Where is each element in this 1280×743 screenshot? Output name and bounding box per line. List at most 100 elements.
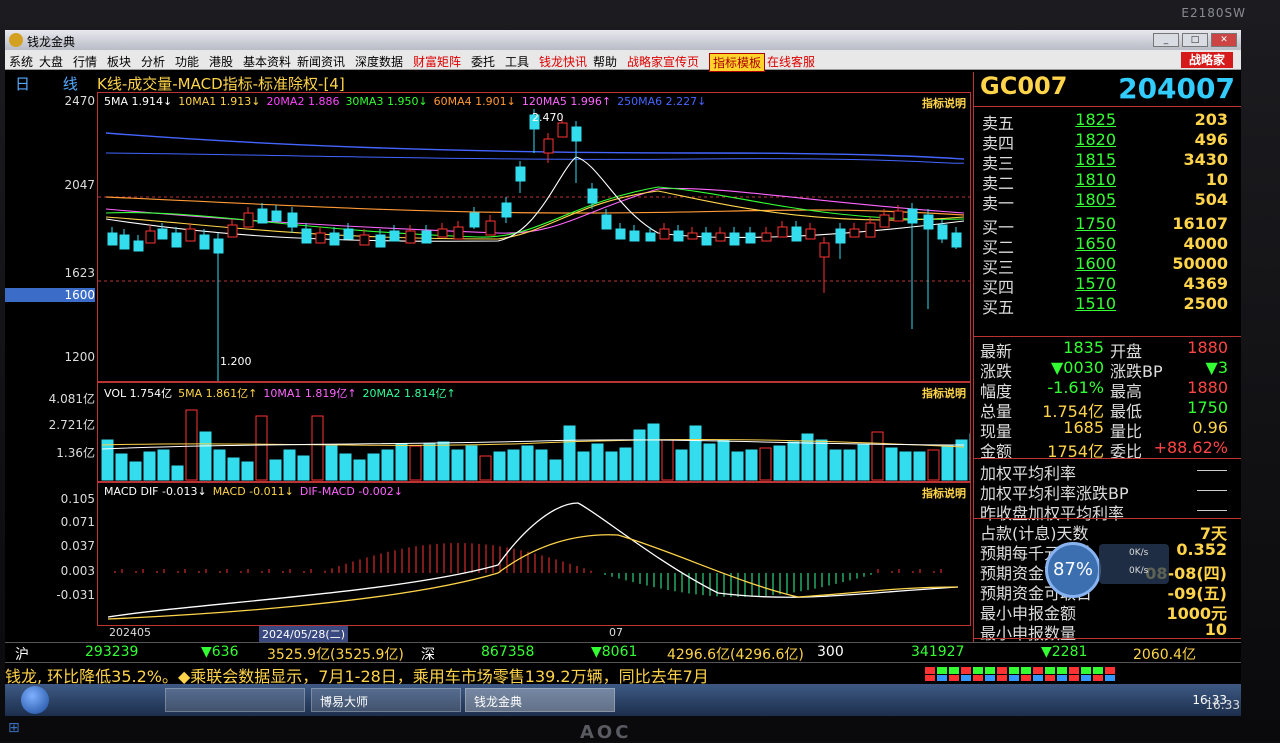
stat-row: 涨跌 ▼0030 涨跌BP ▼3 <box>974 358 1241 381</box>
kline-panel[interactable]: 5MA 1.914↓ 10MA1 1.913↓ 20MA2 1.886 30MA3 1… <box>97 92 971 382</box>
stat-value: 1880 <box>1187 378 1228 397</box>
orderbook-row[interactable]: 买三 1600 50000 <box>974 254 1241 277</box>
menu-bar: 系统 大盘 行情 板块 分析 功能 港股 基本资料 新闻资讯 深度数据 财富矩阵 委托 工具 钱龙快讯 帮助… <box>5 50 1241 72</box>
c-change: ▼2281 <box>1041 644 1088 660</box>
stat-value: 1880 <box>1187 338 1228 357</box>
menu-item[interactable]: 工具 <box>505 53 529 70</box>
download-speed: 0K/s <box>1129 566 1149 576</box>
taskbar-item-boyi[interactable]: 博易大师 <box>311 688 461 712</box>
macd-y-tick: 0.071 <box>60 515 95 529</box>
monitor-brand-logo: AOC <box>580 722 632 743</box>
screen: 钱龙金典 _ □ ✕ 系统 大盘 行情 板块 分析 功能 港股 基本资料 新闻资讯 深度数据 财富矩… <box>5 30 1241 716</box>
info-value: 0.352 <box>1176 540 1227 559</box>
level-price: 1810 <box>1075 170 1116 189</box>
level-price: 1820 <box>1075 130 1116 149</box>
orderbook-row[interactable]: 卖三 1815 3430 <box>974 150 1241 173</box>
level-price: 1825 <box>1075 110 1116 129</box>
sh-value: 293239 <box>85 644 139 660</box>
x-axis: 202405 2024/05/28(二) 07 <box>97 626 971 642</box>
taskbar: 博易大师 钱龙金典 16:33 <box>5 684 1241 716</box>
monitor-bezel: E2180SW 钱龙金典 _ □ ✕ 系统 大盘 行情 板块 分析 功能 港股 基本资料 新闻资… <box>0 0 1280 743</box>
menu-item[interactable]: 战略家宣传页 <box>627 53 699 70</box>
menu-item[interactable]: 帮助 <box>593 53 617 70</box>
level-price: 1510 <box>1075 294 1116 313</box>
level-volume: 3430 <box>1183 150 1228 169</box>
high-label: 2.470 <box>532 111 564 124</box>
stat-value: 1835 <box>1063 338 1104 357</box>
menu-item[interactable]: 深度数据 <box>355 53 403 70</box>
info-value: 10 <box>1204 620 1227 639</box>
orderbook-row[interactable]: 卖二 1810 10 <box>974 170 1241 193</box>
menu-item[interactable]: 系统 <box>9 53 33 70</box>
security-code: GC007 <box>980 72 1068 100</box>
menu-item[interactable]: 在线客服 <box>767 53 815 70</box>
stat-value: 0.96 <box>1192 418 1228 437</box>
orderbook-row[interactable]: 卖一 1805 504 <box>974 190 1241 213</box>
orderbook-row[interactable]: 买五 1510 2500 <box>974 294 1241 317</box>
level-volume: 10 <box>1205 170 1228 189</box>
stat-value: ▼0030 <box>1050 358 1104 377</box>
stat-value: -1.61% <box>1047 378 1104 397</box>
vol-y-tick: 4.081亿 <box>48 392 95 406</box>
level-volume: 504 <box>1194 190 1228 209</box>
strategist-button[interactable]: 战略家 <box>1180 52 1233 68</box>
orderbook-row[interactable]: 卖五 1825 203 <box>974 110 1241 133</box>
taskbar-item[interactable] <box>165 688 305 712</box>
k-y-tick: 2047 <box>64 178 95 192</box>
level-label: 卖一 <box>982 194 1015 213</box>
stat-row: 最新 1835 开盘 1880 <box>974 338 1241 361</box>
start-button[interactable] <box>21 686 49 714</box>
orderbook-row[interactable]: 买四 1570 4369 <box>974 274 1241 297</box>
menu-item[interactable]: 板块 <box>107 53 131 70</box>
menu-item[interactable]: 钱龙快讯 <box>539 53 587 70</box>
vol-y-tick: 1.36亿 <box>56 446 95 460</box>
level-price: 1600 <box>1075 254 1116 273</box>
taskbar-item-qianlong[interactable]: 钱龙金典 <box>465 688 615 712</box>
menu-item[interactable]: 新闻资讯 <box>297 53 345 70</box>
orderbook-row[interactable]: 买一 1750 16107 <box>974 214 1241 237</box>
chart-header: 日 线 K线-成交量-MACD指标-标准除权-[4] <box>5 72 971 94</box>
chart-title: K线-成交量-MACD指标-标准除权-[4] <box>97 75 345 93</box>
app-title: 钱龙金典 <box>27 35 76 49</box>
menu-item[interactable]: 指标模板 <box>709 53 766 72</box>
stat-row: 总量 1.754亿 最低 1750 <box>974 398 1241 421</box>
macd-panel[interactable]: MACD DIF -0.013↓ MACD -0.011↓ DIF-MACD -0.… <box>97 482 971 626</box>
menu-item[interactable]: 功能 <box>175 53 199 70</box>
k-y-tick: 2470 <box>64 94 95 108</box>
ticker-status <box>919 662 1241 684</box>
security-number: 204007 <box>1118 72 1235 105</box>
app-logo-icon <box>9 33 23 47</box>
stat-value: +88.62% <box>1153 438 1228 457</box>
stat-row: 金额 1754亿 委比 +88.62% <box>974 438 1241 461</box>
macd-y-tick: 0.003 <box>60 564 95 578</box>
minimize-button[interactable]: _ <box>1153 33 1179 47</box>
close-button[interactable]: ✕ <box>1211 33 1237 47</box>
network-speed-box: 0K/s 0K/s <box>1099 544 1169 584</box>
news-ticker[interactable]: 钱龙, 环比降低35.2%。◆乘联会数据显示，7月1-28日，乘用车市场零售13… <box>5 662 919 686</box>
menu-item[interactable]: 港股 <box>209 53 233 70</box>
menu-item[interactable]: 委托 <box>471 53 495 70</box>
level-volume: 16107 <box>1172 214 1228 233</box>
stat-value: 1685 <box>1063 418 1104 437</box>
menu-item[interactable]: 大盘 <box>39 53 63 70</box>
menu-item[interactable]: 财富矩阵 <box>413 53 461 70</box>
period-label[interactable]: 日 线 <box>15 73 92 94</box>
windows-logo-icon: ⊞ <box>8 720 20 736</box>
level-volume: 4369 <box>1183 274 1228 293</box>
outer-clock: 16:33 <box>1205 698 1240 712</box>
k-y-tick: 1623 <box>64 266 95 280</box>
sz-label: 深 <box>421 647 435 663</box>
menu-item[interactable]: 行情 <box>73 53 97 70</box>
menu-item[interactable]: 基本资料 <box>243 53 291 70</box>
level-price: 1570 <box>1075 274 1116 293</box>
orderbook-row[interactable]: 买二 1650 4000 <box>974 234 1241 257</box>
network-speed-widget[interactable]: 87% <box>1045 542 1101 598</box>
volume-panel[interactable]: VOL 1.754亿 5MA 1.861亿↑ 10MA1 1.819亿↑ 20MA2 … <box>97 382 971 482</box>
level-price: 1650 <box>1075 234 1116 253</box>
sh-change: ▼636 <box>201 644 239 660</box>
level-volume: 50000 <box>1172 254 1228 273</box>
menu-item[interactable]: 分析 <box>141 53 165 70</box>
maximize-button[interactable]: □ <box>1182 33 1208 47</box>
stat-row: 现量 1685 量比 0.96 <box>974 418 1241 441</box>
orderbook-row[interactable]: 卖四 1820 496 <box>974 130 1241 153</box>
